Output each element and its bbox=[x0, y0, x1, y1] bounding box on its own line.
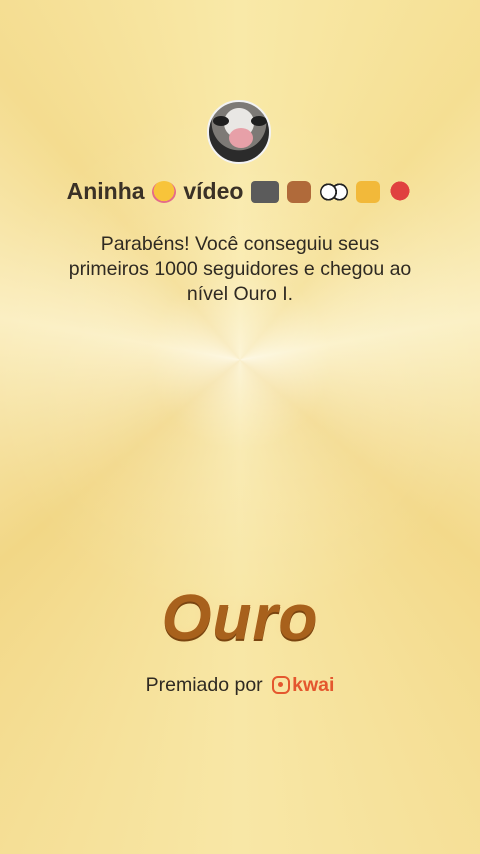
achievement-screen: Aninha vídeo Parabéns! Você conseguiu se… bbox=[0, 0, 480, 854]
awarded-by: Premiado por kwai bbox=[0, 674, 480, 697]
kwai-brand: kwai bbox=[292, 674, 335, 696]
username: Aninha vídeo bbox=[0, 178, 480, 205]
avatar-ear-left bbox=[213, 116, 229, 126]
avatar-snout bbox=[229, 128, 253, 148]
congratulations-message: Parabéns! Você conseguiu seus primeiros … bbox=[68, 233, 412, 305]
smiling-face-with-hearts-icon bbox=[151, 181, 176, 203]
avatar[interactable] bbox=[207, 100, 271, 164]
video-camera-icon bbox=[250, 181, 279, 203]
avatar-ear-right bbox=[251, 116, 267, 126]
eyes-icon bbox=[319, 181, 348, 203]
dog-icon bbox=[287, 181, 312, 203]
username-suffix: vídeo bbox=[183, 178, 244, 204]
thumbs-up-icon bbox=[355, 181, 380, 203]
awarded-by-label: Premiado por bbox=[145, 674, 263, 696]
broken-heart-icon bbox=[388, 181, 413, 203]
username-text: Aninha bbox=[66, 178, 145, 204]
rank-title: Ouro bbox=[161, 581, 319, 653]
kwai-logo-icon bbox=[272, 676, 291, 694]
